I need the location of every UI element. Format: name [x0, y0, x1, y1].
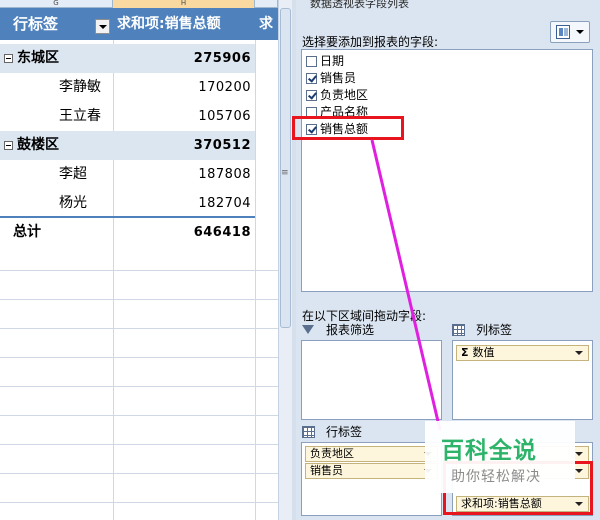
- grid-line: [0, 386, 278, 387]
- field-list[interactable]: 日期 销售员 负责地区 产品名称 销售总额: [301, 49, 593, 292]
- pivot-row-grand-total[interactable]: 总计 646418: [0, 216, 255, 245]
- collapse-icon[interactable]: [4, 54, 13, 63]
- sigma-icon: Σ: [461, 346, 469, 359]
- chip-label: 销售员: [310, 464, 343, 477]
- row-labels-filter-button[interactable]: [95, 19, 110, 34]
- next-column-header: 求: [259, 16, 273, 32]
- region-label: 东城区: [17, 50, 59, 66]
- region-value: 370512: [193, 138, 251, 153]
- grand-total-value: 646418: [193, 225, 251, 240]
- layout-options-button[interactable]: [550, 21, 590, 43]
- column-grid-icon: [452, 324, 465, 336]
- grand-total-label: 总计: [13, 224, 41, 240]
- grid-line: [0, 502, 278, 503]
- person-value: 170200: [198, 80, 251, 95]
- grip-icon[interactable]: ≡: [281, 168, 289, 178]
- value-field-header: 求和项:销售总额: [117, 16, 221, 32]
- report-filter-area-title: 报表筛选: [302, 322, 442, 338]
- person-label: 王立春: [59, 108, 101, 124]
- person-value: 182704: [198, 196, 251, 211]
- area-title-text: 报表筛选: [326, 323, 375, 337]
- person-value: 105706: [198, 109, 251, 124]
- highlight-box-sales-total-field: [292, 116, 404, 140]
- person-label: 杨光: [59, 195, 87, 211]
- grid-line: [0, 357, 278, 358]
- collapse-icon[interactable]: [4, 141, 13, 150]
- grid-line: [0, 270, 278, 271]
- pivot-row-person[interactable]: 李超 187808: [0, 160, 255, 189]
- region-label: 鼓楼区: [17, 137, 59, 153]
- layout-icon: [556, 25, 570, 39]
- pivot-row-person[interactable]: 王立春 105706: [0, 102, 255, 131]
- column-header-g[interactable]: G: [0, 0, 113, 8]
- column-labels-drop-area[interactable]: Σ 数值: [452, 340, 593, 420]
- row-field-chip[interactable]: 负责地区: [305, 446, 438, 462]
- column-header-h[interactable]: H: [113, 0, 255, 8]
- field-label: 日期: [320, 54, 345, 68]
- pivot-row-region[interactable]: 鼓楼区 370512: [0, 131, 255, 160]
- watermark: 百科全说 助你轻松解决: [425, 421, 575, 493]
- report-filter-drop-area[interactable]: [301, 340, 442, 420]
- grid-line: [0, 328, 278, 329]
- pivot-table-header: 行标签 求和项:销售总额 求: [0, 8, 278, 40]
- column-field-chip[interactable]: Σ 数值: [456, 345, 589, 361]
- row-labels-area-title: 行标签: [302, 424, 442, 440]
- field-checkbox[interactable]: [306, 73, 317, 84]
- field-checkbox[interactable]: [306, 56, 317, 67]
- person-value: 187808: [198, 167, 251, 182]
- grid-line: [0, 299, 278, 300]
- chevron-down-icon[interactable]: [575, 351, 583, 355]
- watermark-title: 百科全说: [441, 438, 537, 464]
- vertical-scrollbar[interactable]: [278, 0, 292, 520]
- field-checkbox[interactable]: [306, 90, 317, 101]
- column-header-bar: G H: [0, 0, 278, 8]
- grid-line: [0, 473, 278, 474]
- row-labels-drop-area[interactable]: 负责地区 销售员: [301, 442, 442, 516]
- row-labels-header: 行标签: [13, 15, 59, 33]
- column-labels-area-title: 列标签: [452, 322, 592, 338]
- pivot-row-person[interactable]: 李静敏 170200: [0, 73, 255, 102]
- region-value: 275906: [193, 51, 251, 66]
- chevron-down-icon: [576, 30, 584, 34]
- spreadsheet-grid[interactable]: G H 行标签 求和项:销售总额 求 东城区 275906 李静敏 170200…: [0, 0, 278, 520]
- area-title-text: 列标签: [476, 323, 513, 337]
- area-title-text: 行标签: [326, 425, 363, 439]
- field-label: 负责地区: [320, 88, 369, 102]
- chip-label: 负责地区: [310, 447, 354, 460]
- watermark-subtitle: 助你轻松解决: [451, 469, 541, 485]
- person-label: 李超: [59, 166, 87, 182]
- pane-title: 数据透视表字段列表: [310, 0, 409, 10]
- row-field-chip[interactable]: 销售员: [305, 463, 438, 479]
- column-header-next[interactable]: [255, 0, 278, 8]
- grid-line: [0, 415, 278, 416]
- field-label: 销售员: [320, 71, 357, 85]
- grid-line: [0, 444, 278, 445]
- pivot-row-person[interactable]: 杨光 182704: [0, 189, 255, 218]
- chevron-down-icon[interactable]: [575, 452, 583, 456]
- pivot-row-region[interactable]: 东城区 275906: [0, 44, 255, 73]
- choose-fields-label: 选择要添加到报表的字段:: [302, 35, 439, 49]
- row-grid-icon: [302, 426, 315, 438]
- person-label: 李静敏: [59, 79, 101, 95]
- chip-label: 数值: [472, 346, 495, 359]
- filter-icon: [302, 325, 314, 334]
